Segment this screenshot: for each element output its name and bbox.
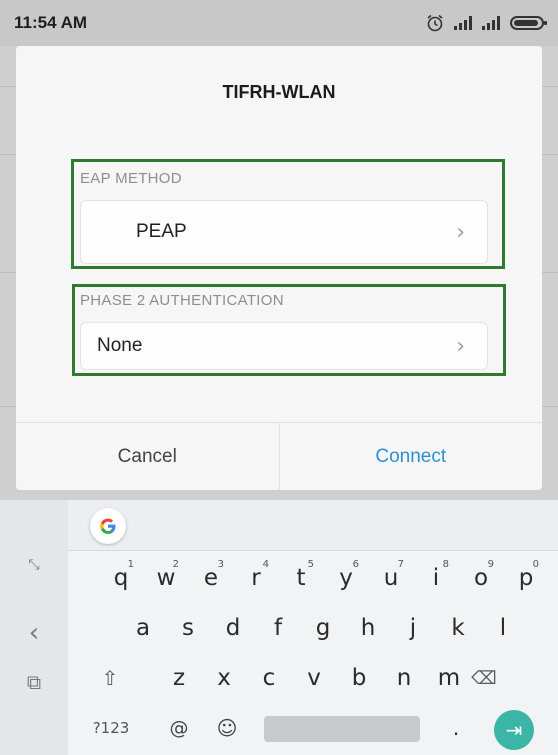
phase2-value: None — [97, 335, 143, 356]
key-m[interactable]: m — [434, 653, 464, 703]
keyboard-keys: q1w2e3r4t5y6u7i8o9p0 asdfghjkl ⇧ ⌫ zxcvb… — [68, 550, 558, 755]
key-u[interactable]: u7 — [376, 553, 406, 603]
soft-keyboard: ⤡ ‹ ⧉ q1w2e3r4t5y6u7i8o9p0 asdfghjkl ⇧ ⌫… — [0, 500, 558, 755]
key-b[interactable]: b — [344, 653, 374, 703]
google-icon[interactable] — [90, 508, 126, 544]
key-t[interactable]: t5 — [286, 553, 316, 603]
key-label: o — [473, 565, 489, 591]
floating-keyboard-icon[interactable]: ⧉ — [0, 670, 68, 694]
key-i[interactable]: i8 — [421, 553, 451, 603]
key-hint: 2 — [172, 559, 179, 570]
key-a[interactable]: a — [128, 603, 158, 653]
key-hint: 0 — [532, 559, 539, 570]
backspace-key[interactable]: ⌫ — [464, 653, 504, 703]
chevron-right-icon: › — [456, 333, 465, 359]
key-p[interactable]: p0 — [511, 553, 541, 603]
signal-icon — [454, 16, 472, 30]
key-row-function: ?123 @ ☺ . ⇥ — [68, 703, 558, 753]
key-label: r — [251, 565, 261, 591]
key-s[interactable]: s — [173, 603, 203, 653]
eap-method-value: PEAP — [136, 221, 187, 242]
phase2-select[interactable]: None › — [80, 322, 488, 370]
space-key[interactable] — [264, 716, 420, 742]
connect-button[interactable]: Connect — [280, 423, 543, 490]
key-q[interactable]: q1 — [106, 553, 136, 603]
key-w[interactable]: w2 — [151, 553, 181, 603]
key-label: i — [432, 565, 440, 591]
status-time: 11:54 AM — [14, 13, 88, 32]
status-icons — [426, 14, 547, 32]
dialog-footer: Cancel Connect — [16, 422, 542, 490]
key-l[interactable]: l — [488, 603, 518, 653]
key-label: e — [203, 565, 219, 591]
key-hint: 3 — [217, 559, 224, 570]
emoji-icon[interactable]: ☺ — [210, 703, 244, 753]
key-o[interactable]: o9 — [466, 553, 496, 603]
collapse-keyboard-icon[interactable]: ⤡ — [0, 558, 68, 572]
key-hint: 8 — [442, 559, 449, 570]
period-key[interactable]: . — [446, 703, 466, 753]
key-k[interactable]: k — [443, 603, 473, 653]
key-h[interactable]: h — [353, 603, 383, 653]
key-row-bottom: ⇧ ⌫ zxcvbnm — [68, 653, 558, 703]
key-label: y — [339, 565, 353, 591]
key-hint: 9 — [487, 559, 494, 570]
key-hint: 4 — [262, 559, 269, 570]
signal-icon — [482, 16, 500, 30]
key-hint: 7 — [397, 559, 404, 570]
battery-icon — [510, 16, 547, 30]
key-x[interactable]: x — [209, 653, 239, 703]
key-e[interactable]: e3 — [196, 553, 226, 603]
key-r[interactable]: r4 — [241, 553, 271, 603]
key-z[interactable]: z — [164, 653, 194, 703]
key-label: t — [296, 565, 306, 591]
key-g[interactable]: g — [308, 603, 338, 653]
key-row-middle: asdfghjkl — [68, 603, 558, 653]
key-y[interactable]: y6 — [331, 553, 361, 603]
key-c[interactable]: c — [254, 653, 284, 703]
key-hint: 5 — [307, 559, 314, 570]
alarm-icon — [427, 14, 443, 32]
key-hint: 6 — [352, 559, 359, 570]
keyboard-side-column: ⤡ ‹ ⧉ — [0, 500, 68, 755]
chevron-right-icon: › — [456, 219, 465, 245]
back-arrow-icon[interactable]: ‹ — [0, 618, 68, 648]
key-label: u — [383, 565, 399, 591]
eap-method-select[interactable]: PEAP › — [80, 200, 488, 264]
at-key[interactable]: @ — [164, 703, 194, 753]
shift-key[interactable]: ⇧ — [90, 653, 130, 703]
key-label: q — [113, 565, 129, 591]
symbols-key[interactable]: ?123 — [86, 703, 136, 753]
phase2-label: PHASE 2 AUTHENTICATION — [80, 292, 284, 309]
key-row-top: q1 w2 e3 r4 t5 y6 u7 i8 o9 p0 — [68, 553, 558, 603]
key-d[interactable]: d — [218, 603, 248, 653]
enter-key[interactable]: ⇥ — [494, 710, 534, 750]
cancel-button[interactable]: Cancel — [16, 423, 280, 490]
eap-method-label: EAP METHOD — [80, 170, 182, 187]
key-j[interactable]: j — [398, 603, 428, 653]
status-bar: 11:54 AM — [0, 0, 558, 46]
key-v[interactable]: v — [299, 653, 329, 703]
wifi-config-dialog: TIFRH-WLAN EAP METHOD PEAP › PHASE 2 AUT… — [16, 46, 542, 490]
key-hint: 1 — [127, 559, 134, 570]
key-label: p — [518, 565, 534, 591]
key-f[interactable]: f — [263, 603, 293, 653]
key-n[interactable]: n — [389, 653, 419, 703]
dialog-title: TIFRH-WLAN — [222, 82, 336, 102]
